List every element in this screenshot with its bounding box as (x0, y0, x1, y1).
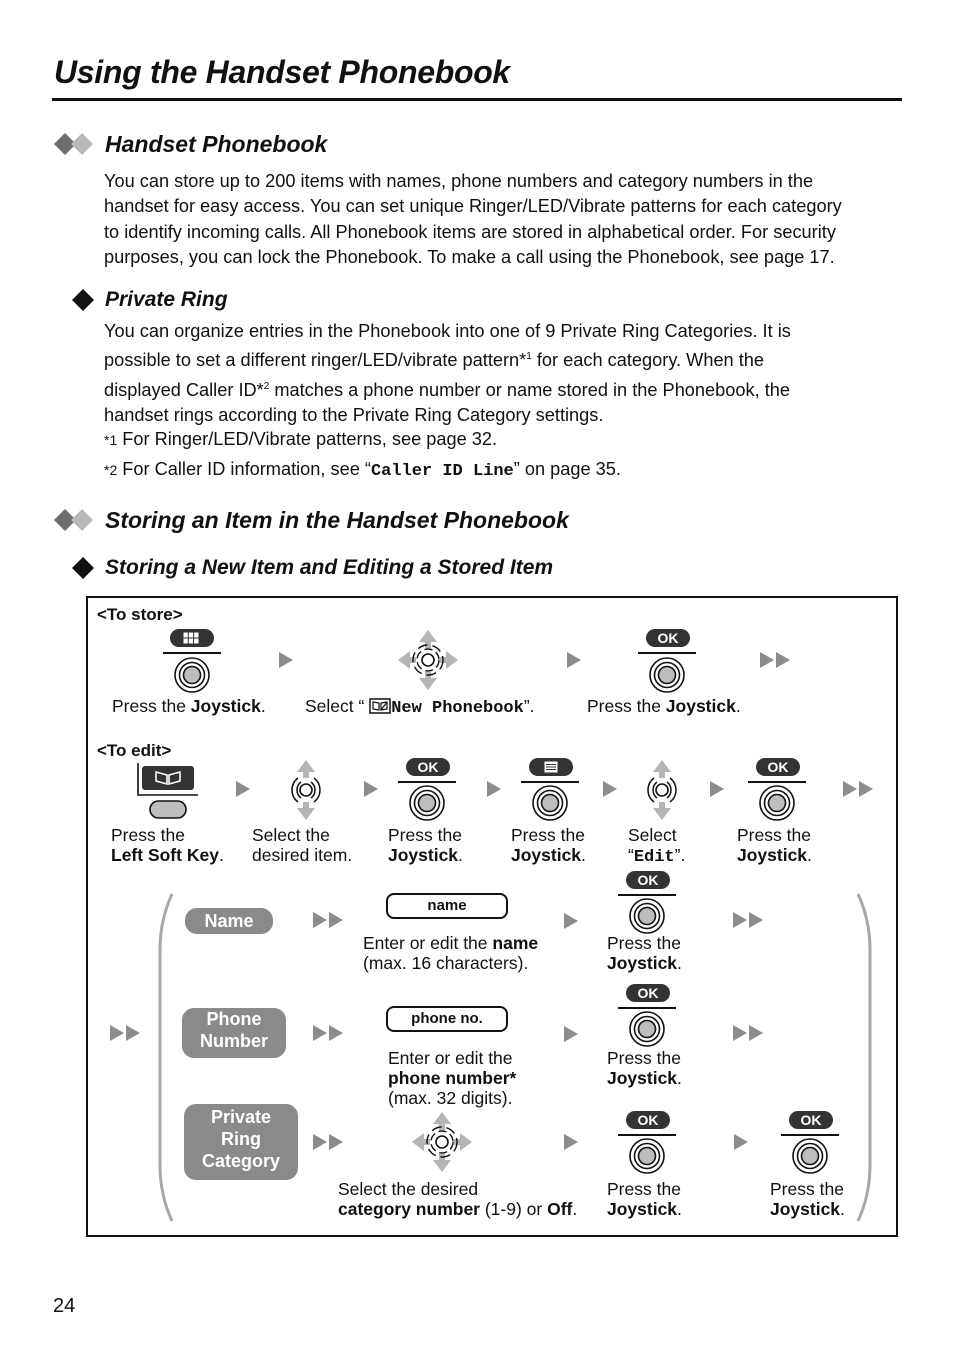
svg-text:OK: OK (638, 985, 659, 1001)
paragraph-line: to identify incoming calls. All Phoneboo… (104, 221, 836, 242)
section-heading-handset-phonebook: Handset Phonebook (105, 131, 328, 157)
edit-step5-text: Select “Edit”. (628, 825, 686, 867)
joystick-ok-icon: OK (638, 629, 696, 693)
paragraph-line: displayed Caller ID*2 matches a phone nu… (104, 379, 790, 400)
arrow-right-icon (564, 1134, 578, 1150)
arrow-right-icon (567, 652, 581, 668)
joystick-ok-icon: OK (398, 758, 456, 821)
handset-phonebook-paragraph: You can store up to 200 items with names… (104, 169, 842, 270)
store-step3-text: Press the Joystick. (587, 696, 741, 716)
svg-text:OK: OK (658, 630, 679, 646)
arrow-right-icon (487, 781, 501, 797)
edit-step3-text: Press the Joystick. (388, 825, 463, 865)
joystick-ok-icon: OK (781, 1111, 839, 1174)
page-number: 24 (53, 1295, 76, 1317)
name-ok-text: Press the Joystick. (607, 933, 682, 973)
page-title: Using the Handset Phonebook (54, 54, 510, 90)
arrow-right-icon (564, 913, 578, 929)
store-step2-text: Select “ New Phonebook”. (305, 696, 535, 718)
category-step-text: Select the desired category number (1-9) … (338, 1179, 578, 1219)
diamond-icon (72, 289, 94, 311)
arrow-right-icon (279, 652, 293, 668)
joystick-ok-icon: OK (748, 758, 806, 821)
footnote-1: *1 For Ringer/LED/Vibrate patterns, see … (104, 429, 498, 449)
phone-number-field-pill: Phone Number (182, 1008, 286, 1058)
category-ok-text: Press the Joystick. (607, 1179, 682, 1219)
arrow-right-icon (564, 1026, 578, 1042)
phone-step-text: Enter or edit the phone number* (max. 32 d… (388, 1048, 517, 1108)
joystick-menu-icon (521, 758, 579, 821)
edit-step2-text: Select the desired item. (252, 825, 353, 865)
name-step-text: Enter or edit the name (max. 16 character… (363, 933, 539, 973)
right-bracket (856, 893, 872, 1222)
double-arrow-right-icon (313, 1025, 343, 1041)
new-phonebook-icon (369, 698, 391, 714)
joystick-updown-icon (291, 760, 321, 820)
diamond-icon (72, 557, 94, 579)
arrow-right-icon (236, 781, 250, 797)
to-edit-label: <To edit> (97, 741, 172, 760)
svg-text:OK: OK (638, 1112, 659, 1128)
name-field-pill: Name (185, 908, 273, 934)
paragraph-line: handset for easy access. You can set uni… (104, 196, 842, 217)
to-store-label: <To store> (97, 605, 183, 624)
svg-text:OK: OK (418, 759, 439, 775)
svg-text:OK: OK (801, 1112, 822, 1128)
joystick-ok-icon: OK (618, 1111, 676, 1174)
joystick-ok-icon: OK (618, 984, 676, 1047)
left-soft-key-icon (137, 763, 198, 819)
double-arrow-right-icon (313, 912, 343, 928)
title-rule (52, 98, 902, 101)
double-diamond-icon (54, 509, 93, 531)
left-bracket (158, 893, 174, 1222)
name-display-field: name (386, 893, 508, 919)
arrow-right-icon (603, 781, 617, 797)
double-arrow-right-icon (110, 1025, 140, 1041)
edit-step6-text: Press the Joystick. (737, 825, 812, 865)
phone-ok-text: Press the Joystick. (607, 1048, 682, 1088)
edit-step4-text: Press the Joystick. (511, 825, 586, 865)
edit-step1-text: Press the Left Soft Key. (111, 825, 224, 865)
double-diamond-icon (54, 133, 93, 155)
phone-number-display-field: phone no. (386, 1006, 508, 1032)
paragraph-line: You can store up to 200 items with names… (104, 171, 814, 191)
private-ring-category-field-pill: Private Ring Category (184, 1104, 298, 1180)
double-arrow-right-icon (733, 1025, 763, 1041)
double-arrow-right-icon (313, 1134, 343, 1150)
svg-text:OK: OK (638, 872, 659, 888)
joystick-4way-icon (398, 630, 458, 690)
joystick-ok-icon: OK (618, 871, 676, 934)
double-arrow-right-icon (760, 652, 790, 668)
subheading-storing-editing: Storing a New Item and Editing a Stored … (105, 556, 554, 579)
paragraph-line: purposes, you can lock the Phonebook. To… (104, 246, 835, 267)
final-ok-text: Press the Joystick. (770, 1179, 845, 1219)
section-heading-private-ring: Private Ring (105, 288, 228, 311)
arrow-right-icon (710, 781, 724, 797)
arrow-right-icon (364, 781, 378, 797)
svg-text:OK: OK (768, 759, 789, 775)
private-ring-paragraph: You can organize entries in the Phoneboo… (104, 319, 791, 428)
paragraph-line: You can organize entries in the Phoneboo… (104, 321, 791, 341)
double-arrow-right-icon (733, 912, 763, 928)
paragraph-line: handset rings according to the Private R… (104, 405, 604, 426)
joystick-updown-icon (647, 760, 677, 820)
section-heading-storing: Storing an Item in the Handset Phonebook (105, 507, 569, 533)
footnote-2: *2 For Caller ID information, see “Calle… (104, 459, 621, 481)
joystick-4way-icon (412, 1112, 472, 1172)
arrow-right-icon (734, 1134, 748, 1150)
joystick-menu-key-icon (163, 629, 221, 693)
double-arrow-right-icon (843, 781, 873, 797)
paragraph-line: possible to set a different ringer/LED/v… (104, 350, 765, 371)
store-step1-text: Press the Joystick. (112, 696, 266, 716)
